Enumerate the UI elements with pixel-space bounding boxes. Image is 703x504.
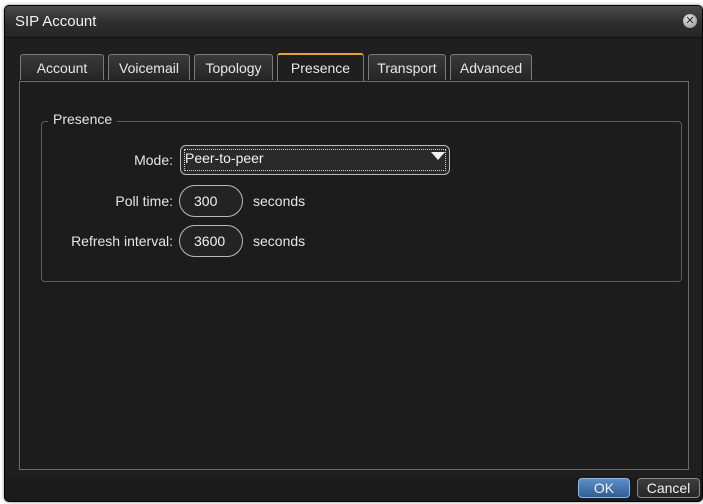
tab-advanced[interactable]: Advanced	[450, 54, 532, 80]
presence-panel: Presence Mode: Peer-to-peer Poll time: 3…	[19, 81, 689, 470]
tab-voicemail[interactable]: Voicemail	[108, 54, 190, 80]
refresh-interval-label: Refresh interval:	[71, 233, 173, 249]
close-icon[interactable]: ✕	[683, 14, 697, 28]
presence-group-title: Presence	[48, 111, 118, 127]
poll-time-label: Poll time:	[115, 193, 173, 209]
tab-transport[interactable]: Transport	[368, 54, 446, 80]
mode-label: Mode:	[134, 152, 173, 168]
button-bar: OK Cancel	[5, 477, 702, 501]
cancel-button[interactable]: Cancel	[637, 478, 700, 498]
window-title: SIP Account	[15, 13, 97, 30]
tab-account[interactable]: Account	[20, 54, 104, 80]
poll-time-unit: seconds	[253, 193, 306, 209]
tab-topology[interactable]: Topology	[194, 54, 273, 80]
ok-button[interactable]: OK	[578, 478, 630, 498]
refresh-interval-unit: seconds	[253, 233, 306, 249]
refresh-interval-input[interactable]: 3600	[179, 225, 243, 257]
sip-account-dialog: SIP Account ✕ Account Voicemail Topology…	[4, 5, 703, 502]
chevron-down-icon[interactable]	[431, 152, 445, 160]
title-bar[interactable]: SIP Account ✕	[5, 6, 702, 38]
tab-presence[interactable]: Presence	[277, 53, 364, 81]
mode-select-value: Peer-to-peer	[185, 150, 264, 166]
poll-time-input[interactable]: 300	[179, 185, 243, 217]
mode-select[interactable]: Peer-to-peer	[180, 145, 450, 175]
